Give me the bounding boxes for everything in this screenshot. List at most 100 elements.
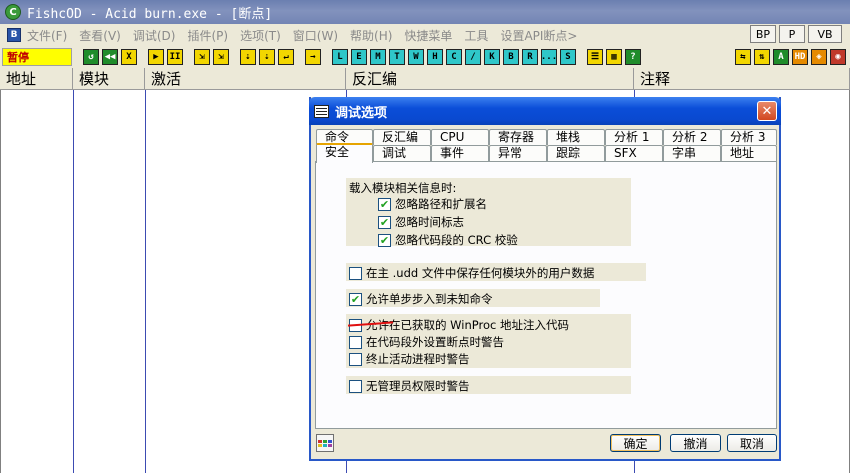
tab-trace[interactable]: 跟踪 [547,145,605,161]
cpu-window-icon[interactable]: C [446,49,462,65]
column-divider [145,90,146,473]
hd-icon[interactable]: HD [792,49,808,65]
checkbox-label: 在主 .udd 文件中保存任何模块外的用户数据 [366,266,595,280]
ignore-path-extension-checkbox[interactable]: ✔ 忽略路径和扩展名 [378,196,487,212]
tab-cpu[interactable]: CPU [431,129,489,145]
patches-window-icon[interactable]: / [465,49,481,65]
ignore-timestamp-checkbox[interactable]: ✔ 忽略时间标志 [378,214,464,230]
window-title-bar[interactable]: C FishcOD - Acid burn.exe - [断点] [0,0,850,24]
a-icon[interactable]: A [773,49,789,65]
trace-into-icon[interactable]: ⇣ [240,49,256,65]
modules-window-icon[interactable]: E [351,49,367,65]
column-activation[interactable]: 激活 [145,68,346,90]
threads-window-icon[interactable]: T [389,49,405,65]
log-window-icon[interactable]: L [332,49,348,65]
references-window-icon[interactable]: R [522,49,538,65]
tab-disassembly[interactable]: 反汇编 [373,129,431,145]
app-icon: C [5,4,21,20]
tab-security[interactable]: 安全 [316,143,373,163]
rewind-icon[interactable]: ◀◀ [102,49,118,65]
menu-shortcuts[interactable]: 快捷菜单 [404,27,452,44]
menu-view[interactable]: 查看(V) [79,27,121,44]
dialog-title: 调试选项 [335,105,388,121]
trace-over-icon[interactable]: ⇣ [259,49,275,65]
column-comment[interactable]: 注释 [634,68,850,90]
system-menu-icon[interactable]: B [7,28,21,42]
sort-icon[interactable]: ⇅ [754,49,770,65]
run-trace-window-icon[interactable]: ... [541,49,557,65]
tab-addresses[interactable]: 地址 [721,145,777,161]
windows-window-icon[interactable]: W [408,49,424,65]
dialog-title-bar[interactable]: 调试选项 ✕ [309,97,781,125]
help-icon[interactable]: ? [625,49,641,65]
tab-analysis-3[interactable]: 分析 3 [721,129,777,145]
warn-no-admin-checkbox[interactable]: 无管理员权限时警告 [349,378,470,394]
checkbox-label: 允许在已获取的 WinProc 地址注入代码 [366,318,569,332]
memory-window-icon[interactable]: M [370,49,386,65]
tab-strings[interactable]: 字串 [663,145,721,161]
tab-stack[interactable]: 堆栈 [547,129,605,145]
column-disassembly[interactable]: 反汇编 [346,68,634,90]
goto-icon[interactable]: → [305,49,321,65]
list-icon[interactable]: ☰ [587,49,603,65]
call-stack-window-icon[interactable]: K [484,49,500,65]
tab-registers[interactable]: 寄存器 [489,129,547,145]
ok-button[interactable]: 确定 [610,434,661,452]
column-address[interactable]: 地址 [0,68,73,90]
checkbox-box: ✔ [378,215,391,229]
tab-sfx[interactable]: SFX [605,145,663,161]
menu-window[interactable]: 窗口(W) [293,27,338,44]
bp-button[interactable]: BP [749,25,776,43]
toolbar: 暂停 ↺ ◀◀ X ▶ II ⇲ ⇲ ⇣ ⇣ ↵ → L E M T W H C… [0,46,850,68]
column-divider [73,90,74,473]
menu-debug[interactable]: 调试(D) [133,27,176,44]
allow-step-unknown-checkbox[interactable]: ✔ 允许单步步入到未知命令 [349,291,493,307]
tab-exceptions[interactable]: 异常 [489,145,547,161]
debug-options-dialog: 调试选项 ✕ 命令 反汇编 CPU 寄存器 堆栈 分析 1 分析 2 分析 3 … [309,97,781,461]
allow-winproc-injection-checkbox[interactable]: 允许在已获取的 WinProc 地址注入代码 [349,317,569,333]
grid-icon[interactable]: ▦ [606,49,622,65]
restart-icon[interactable]: ↺ [83,49,99,65]
menu-tools[interactable]: 工具 [464,27,488,44]
close-program-icon[interactable]: X [121,49,137,65]
color-palette-icon[interactable] [316,434,334,452]
pause-icon[interactable]: II [167,49,183,65]
menu-set-api-breakpoint[interactable]: 设置API断点> [500,27,577,44]
step-over-icon[interactable]: ⇲ [213,49,229,65]
run-icon[interactable]: ▶ [148,49,164,65]
menu-file[interactable]: 文件(F) [27,27,67,44]
tab-debug[interactable]: 调试 [373,145,431,161]
warn-terminate-process-checkbox[interactable]: 终止活动进程时警告 [349,351,470,367]
record-icon[interactable]: ◉ [830,49,846,65]
menu-help[interactable]: 帮助(H) [350,27,392,44]
execute-till-return-icon[interactable]: ↵ [278,49,294,65]
ignore-crc-checkbox[interactable]: ✔ 忽略代码段的 CRC 校验 [378,232,518,248]
checkbox-label: 允许单步步入到未知命令 [366,292,493,306]
p-button[interactable]: P [779,25,805,43]
swap-icon[interactable]: ⇆ [735,49,751,65]
checkbox-box [349,352,362,366]
save-udd-data-checkbox[interactable]: 在主 .udd 文件中保存任何模块外的用户数据 [349,265,594,281]
breakpoints-window-icon[interactable]: B [503,49,519,65]
source-window-icon[interactable]: S [560,49,576,65]
checkbox-label: 终止活动进程时警告 [366,352,470,366]
undo-button[interactable]: 撤消 [670,434,721,452]
cancel-button[interactable]: 取消 [727,434,777,452]
checkbox-label: 忽略代码段的 CRC 校验 [395,233,518,247]
step-into-icon[interactable]: ⇲ [194,49,210,65]
tab-analysis-2[interactable]: 分析 2 [663,129,721,145]
checkbox-label: 无管理员权限时警告 [366,379,470,393]
checkbox-box [349,335,362,349]
column-module[interactable]: 模块 [73,68,145,90]
menu-plugins[interactable]: 插件(P) [187,27,228,44]
tab-events[interactable]: 事件 [431,145,489,161]
checkbox-label: 忽略路径和扩展名 [395,197,487,211]
warn-breakpoint-outside-code-checkbox[interactable]: 在代码段外设置断点时警告 [349,334,504,350]
close-icon[interactable]: ✕ [757,101,777,121]
vb-button[interactable]: VB [808,25,842,43]
column-header: 地址 模块 激活 反汇编 注释 [0,68,850,90]
handles-window-icon[interactable]: H [427,49,443,65]
menu-options[interactable]: 选项(T) [240,27,281,44]
tab-analysis-1[interactable]: 分析 1 [605,129,663,145]
target-icon[interactable]: ◈ [811,49,827,65]
